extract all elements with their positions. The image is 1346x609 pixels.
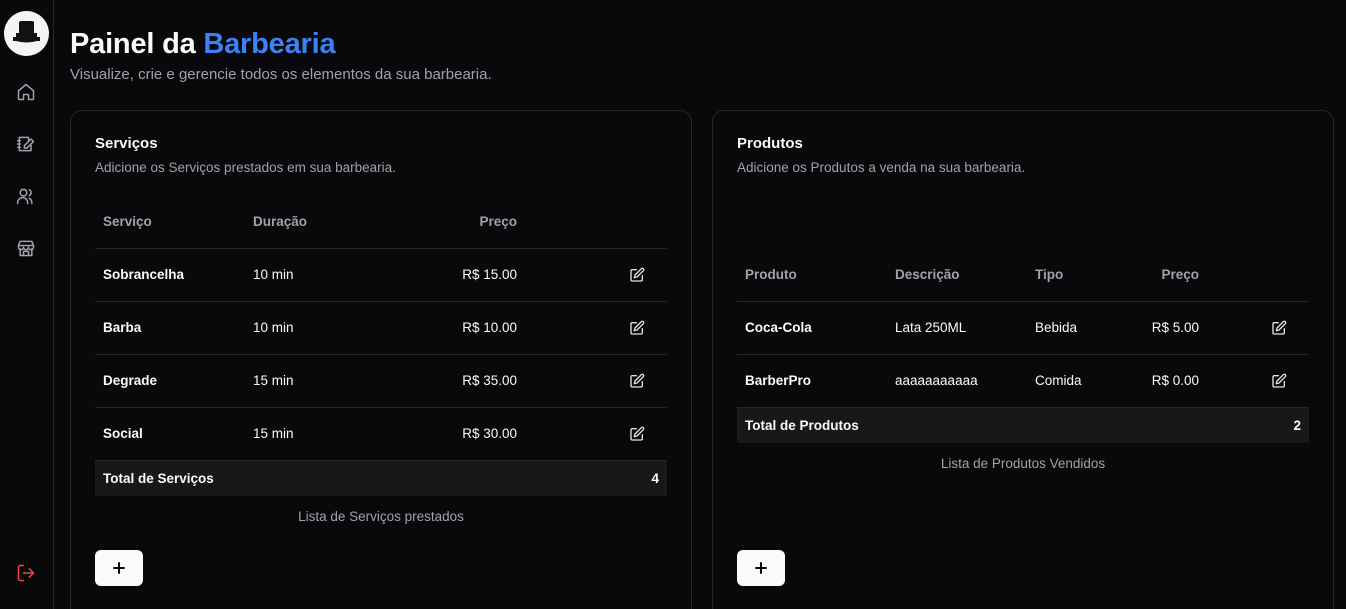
column-header-type: Tipo	[1027, 248, 1127, 302]
products-table: Produto Descrição Tipo Preço Coca-Cola L…	[737, 248, 1309, 443]
column-header-price: Preço	[395, 195, 525, 249]
add-service-button[interactable]	[95, 550, 143, 586]
service-price: R$ 35.00	[395, 354, 525, 408]
product-description: Lata 250ML	[887, 301, 1027, 355]
table-row: Coca-Cola Lata 250ML Bebida R$ 5.00	[737, 301, 1309, 355]
edit-service-button[interactable]	[629, 426, 645, 442]
services-title: Serviços	[95, 135, 158, 152]
service-name: Social	[95, 407, 245, 461]
product-name: Coca-Cola	[737, 301, 887, 355]
page-title: Painel da Barbearia	[70, 28, 336, 61]
add-product-button[interactable]	[737, 550, 785, 586]
edit-icon	[630, 373, 645, 388]
edit-product-button[interactable]	[1271, 320, 1287, 336]
products-title: Produtos	[737, 135, 803, 152]
edit-product-button[interactable]	[1271, 373, 1287, 389]
services-card: Serviços Adicione os Serviços prestados …	[70, 110, 692, 609]
edit-notes-icon	[16, 136, 35, 152]
products-description: Adicione os Produtos a venda na sua barb…	[737, 160, 1026, 175]
column-header-actions	[1207, 248, 1309, 302]
users-icon	[16, 188, 33, 205]
column-header-price: Preço	[1127, 248, 1207, 302]
service-price: R$ 30.00	[395, 407, 525, 461]
service-duration: 15 min	[245, 407, 395, 461]
column-header-description: Descrição	[887, 248, 1027, 302]
plus-icon	[113, 562, 125, 574]
barberpro-logo[interactable]	[4, 11, 49, 56]
page-subtitle: Visualize, crie e gerencie todos os elem…	[70, 66, 492, 83]
service-price: R$ 10.00	[395, 301, 525, 355]
service-name: Barba	[95, 301, 245, 355]
sidebar-item-home[interactable]	[14, 80, 38, 104]
product-type: Bebida	[1027, 301, 1127, 355]
service-duration: 10 min	[245, 301, 395, 355]
edit-icon	[630, 426, 645, 441]
sidebar	[0, 0, 54, 609]
sidebar-item-users[interactable]	[14, 184, 38, 208]
service-duration: 10 min	[245, 248, 395, 302]
logout-button[interactable]	[14, 561, 38, 585]
logout-icon	[17, 564, 35, 582]
services-description: Adicione os Serviços prestados em sua ba…	[95, 160, 396, 175]
services-total-label: Total de Serviços	[95, 460, 525, 496]
sidebar-item-services[interactable]	[14, 132, 38, 156]
product-type: Comida	[1027, 354, 1127, 408]
service-duration: 15 min	[245, 354, 395, 408]
services-total-value: 4	[525, 460, 667, 496]
table-row: Degrade 15 min R$ 35.00	[95, 354, 667, 408]
page-title-accent: Barbearia	[203, 28, 336, 60]
edit-icon	[630, 320, 645, 335]
column-header-product: Produto	[737, 248, 887, 302]
product-name: BarberPro	[737, 354, 887, 408]
store-icon	[17, 240, 35, 257]
products-caption: Lista de Produtos Vendidos	[940, 456, 1106, 471]
edit-service-button[interactable]	[629, 320, 645, 336]
edit-service-button[interactable]	[629, 267, 645, 283]
services-header-row: Serviço Duração Preço	[95, 195, 667, 249]
products-total-label: Total de Produtos	[737, 407, 1207, 443]
table-row: Barba 10 min R$ 10.00	[95, 301, 667, 355]
column-header-service: Serviço	[95, 195, 245, 249]
table-row: Social 15 min R$ 30.00	[95, 407, 667, 461]
products-card: Produtos Adicione os Produtos a venda na…	[712, 110, 1334, 609]
barber-logo-icon	[4, 11, 49, 56]
service-name: Sobrancelha	[95, 248, 245, 302]
page-title-prefix: Painel da	[70, 28, 196, 60]
edit-icon	[1272, 373, 1287, 388]
services-table: Serviço Duração Preço Sobrancelha 10 min…	[95, 195, 667, 496]
table-row: Sobrancelha 10 min R$ 15.00	[95, 248, 667, 302]
service-price: R$ 15.00	[395, 248, 525, 302]
product-description: aaaaaaaaaaa	[887, 354, 1027, 408]
edit-icon	[1272, 320, 1287, 335]
plus-icon	[755, 562, 767, 574]
edit-icon	[630, 267, 645, 282]
sidebar-item-store[interactable]	[14, 236, 38, 260]
products-total-row: Total de Produtos 2	[737, 407, 1309, 443]
services-caption: Lista de Serviços prestados	[298, 509, 464, 524]
home-icon	[17, 83, 35, 101]
column-header-duration: Duração	[245, 195, 395, 249]
products-header-row: Produto Descrição Tipo Preço	[737, 248, 1309, 302]
services-total-row: Total de Serviços 4	[95, 460, 667, 496]
service-name: Degrade	[95, 354, 245, 408]
column-header-actions	[525, 195, 667, 249]
product-price: R$ 0.00	[1127, 354, 1207, 408]
product-price: R$ 5.00	[1127, 301, 1207, 355]
edit-service-button[interactable]	[629, 373, 645, 389]
table-row: BarberPro aaaaaaaaaaa Comida R$ 0.00	[737, 354, 1309, 408]
products-total-value: 2	[1207, 407, 1309, 443]
